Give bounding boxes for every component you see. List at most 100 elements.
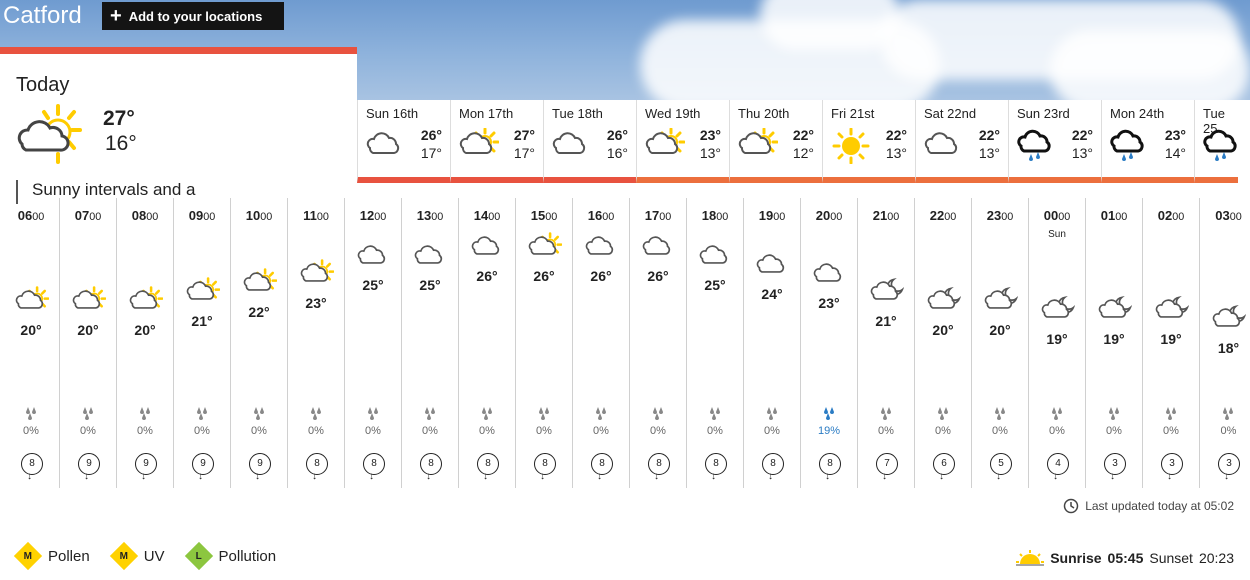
- raindrop-icon: [764, 406, 780, 425]
- day-tab[interactable]: Sun 23rd 22° 13°: [1008, 100, 1101, 183]
- wind-speed: 7 ↓: [876, 453, 898, 482]
- wind-arrow-icon: ↓: [1167, 471, 1172, 482]
- badge-uv[interactable]: M UV: [109, 541, 165, 571]
- sunny-intervals-icon: [243, 266, 278, 307]
- hour-temp: 25°: [362, 277, 384, 293]
- wind-arrow-icon: ↓: [369, 471, 374, 482]
- hour-temp: 26°: [647, 268, 669, 284]
- hour-temp: 21°: [875, 313, 897, 329]
- raindrop-icon: [707, 406, 723, 425]
- hour-temp: 19°: [1103, 331, 1125, 347]
- wind-arrow-icon: ↓: [939, 471, 944, 482]
- rain-chance: 0%: [422, 425, 438, 437]
- day-tabs: Sun 16th 26° 17° Mon 17th 27° 17° Tue 18th 26° 1…: [357, 100, 1238, 183]
- wind-arrow-icon: ↓: [1053, 471, 1058, 482]
- cloud-icon: [699, 239, 733, 280]
- rain-chance: 0%: [1163, 425, 1179, 437]
- wind-arrow-icon: ↓: [597, 471, 602, 482]
- hourly-forecast: 0600 20° 0% 8 ↓ 0700 20° 0% 9 ↓ 0800 20° 0% 9 ↓ 0900 21°…: [3, 198, 1250, 488]
- hour-time: 0900: [188, 208, 216, 223]
- hour-time: 2000: [815, 208, 843, 223]
- hour-temp: 19°: [1160, 331, 1182, 347]
- raindrop-icon: [821, 406, 837, 425]
- badge-pollen[interactable]: M Pollen: [13, 541, 90, 571]
- day-tab[interactable]: Wed 19th 23° 13°: [636, 100, 729, 183]
- hour-column: 0800 20° 0% 9 ↓: [117, 198, 174, 488]
- wind-arrow-icon: ↓: [141, 471, 146, 482]
- day-name: Fri 21st: [831, 106, 875, 121]
- hour-time: 1700: [644, 208, 672, 223]
- rain-chance: 0%: [479, 425, 495, 437]
- sunny-intervals-icon: [459, 127, 500, 169]
- today-title: Today: [16, 74, 70, 96]
- hour-column: 1900 24° 0% 8 ↓: [744, 198, 801, 488]
- day-tab[interactable]: Thu 20th 22° 12°: [729, 100, 822, 183]
- hour-temp: 19°: [1046, 331, 1068, 347]
- hour-temp: 24°: [761, 286, 783, 302]
- hour-temp: 22°: [248, 304, 270, 320]
- hour-time: 0100: [1100, 208, 1128, 223]
- day-name: Wed 19th: [645, 106, 701, 121]
- rain-chance: 0%: [650, 425, 666, 437]
- add-location-button[interactable]: + Add to your locations: [102, 2, 284, 30]
- day-min: 13°: [1071, 145, 1093, 161]
- hour-temp: 25°: [419, 277, 441, 293]
- hour-time: 0300: [1215, 208, 1242, 223]
- day-tab[interactable]: Fri 21st 22° 13°: [822, 100, 915, 183]
- day-name: Thu 20th: [738, 106, 790, 121]
- wind-speed: 9 ↓: [135, 453, 157, 482]
- raindrop-icon: [422, 406, 438, 425]
- cloud-icon: [585, 230, 619, 271]
- badge-label: UV: [143, 547, 165, 565]
- hour-column: 1500 26° 0% 8 ↓: [516, 198, 573, 488]
- hour-temp: 23°: [305, 295, 327, 311]
- cloud-icon: [471, 230, 505, 271]
- raindrop-icon: [650, 406, 666, 425]
- today-panel[interactable]: Today 27° 16° Sunny intervals and a: [0, 47, 357, 204]
- rain-chance: 0%: [1106, 425, 1122, 437]
- sunny-intervals-icon: [72, 284, 107, 325]
- sunny-intervals-icon: [14, 104, 88, 171]
- day-tab[interactable]: Mon 17th 27° 17°: [450, 100, 543, 183]
- wind-speed: 8 ↓: [534, 453, 556, 482]
- raindrop-icon: [935, 406, 951, 425]
- day-tab[interactable]: Tue 25: [1194, 100, 1238, 183]
- rain-chance: 0%: [878, 425, 894, 437]
- hour-column: 0000 Sun 19° 0% 4 ↓: [1029, 198, 1086, 488]
- badge-pollution[interactable]: L Pollution: [184, 541, 276, 571]
- sunny-intervals-icon: [738, 127, 779, 169]
- day-tab[interactable]: Tue 18th 26° 16°: [543, 100, 636, 183]
- day-min: 13°: [978, 145, 1000, 161]
- location-name: Catford: [3, 2, 82, 29]
- rain-chance: 0%: [365, 425, 381, 437]
- sunny-intervals-icon: [528, 230, 563, 271]
- hour-column: 1200 25° 0% 8 ↓: [345, 198, 402, 488]
- wind-speed: 3 ↓: [1161, 453, 1183, 482]
- hour-time: 1100: [303, 208, 329, 223]
- wind-speed: 9 ↓: [78, 453, 100, 482]
- hour-time: 1300: [416, 208, 444, 223]
- hour-time: 1000: [245, 208, 273, 223]
- day-min: 13°: [885, 145, 907, 161]
- sunrise-icon: [1016, 550, 1045, 566]
- cloud-icon: [642, 230, 676, 271]
- today-max: 27°: [103, 107, 135, 130]
- day-tab[interactable]: Sun 16th 26° 17°: [357, 100, 450, 183]
- cloud-icon: [366, 128, 406, 169]
- day-tab[interactable]: Sat 22nd 22° 13°: [915, 100, 1008, 183]
- wind-arrow-icon: ↓: [84, 471, 89, 482]
- hour-column: 1000 22° 0% 9 ↓: [231, 198, 288, 488]
- day-tab[interactable]: Mon 24th 23° 14°: [1101, 100, 1194, 183]
- day-name: Mon 24th: [1110, 106, 1165, 121]
- hour-column: 1800 25° 0% 8 ↓: [687, 198, 744, 488]
- day-max: 26°: [606, 127, 628, 143]
- hour-column: 2000 23° 19% 8 ↓: [801, 198, 858, 488]
- hour-time: 1200: [359, 208, 387, 223]
- wind-speed: 8 ↓: [819, 453, 841, 482]
- rain-cloud-icon: [1017, 128, 1057, 169]
- rain-chance: 19%: [817, 425, 841, 437]
- hour-time: 1500: [530, 208, 558, 223]
- rain-chance: 0%: [308, 425, 324, 437]
- rain-chance: 0%: [992, 425, 1008, 437]
- rain-chance: 0%: [80, 425, 96, 437]
